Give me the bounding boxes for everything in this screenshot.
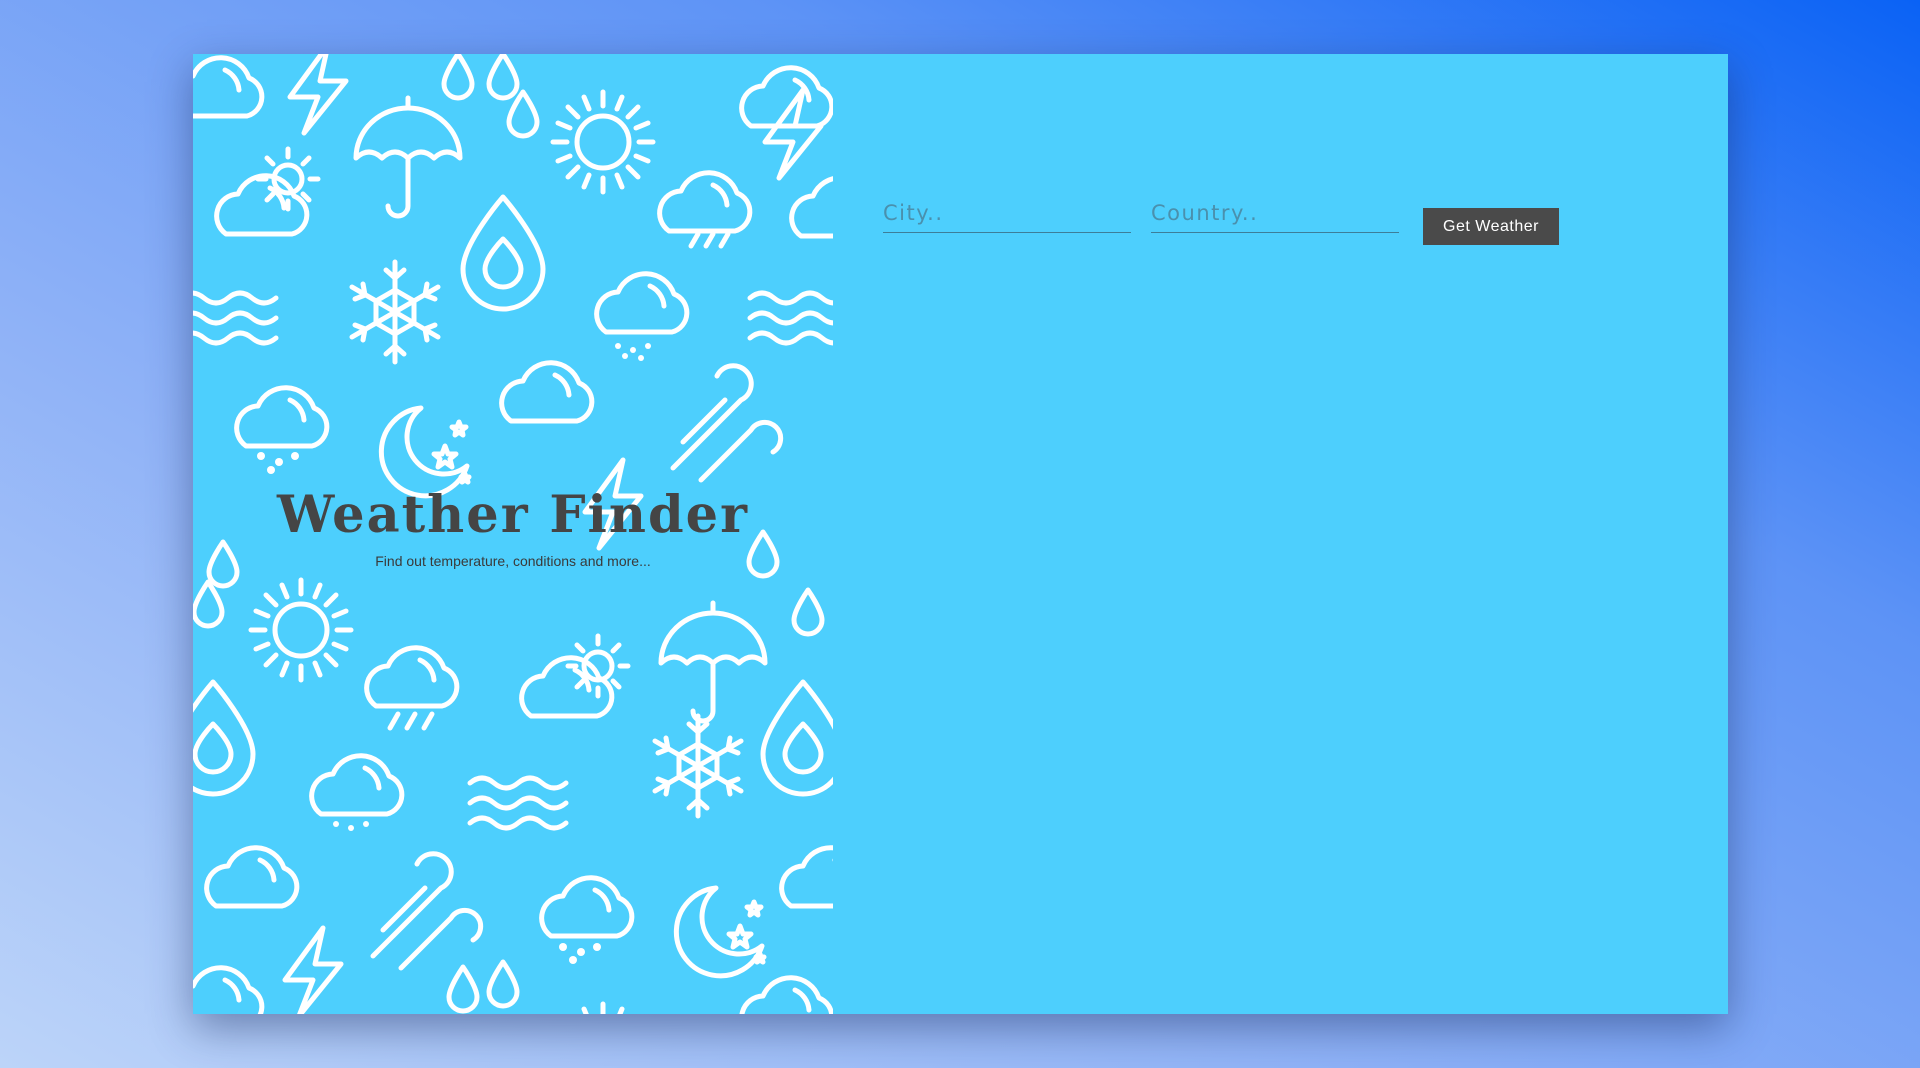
weather-card: Weather Finder Find out temperature, con… <box>193 54 1728 1014</box>
hero-panel: Weather Finder Find out temperature, con… <box>193 54 833 1014</box>
get-weather-button[interactable]: Get Weather <box>1423 208 1559 245</box>
hero-text: Weather Finder Find out temperature, con… <box>193 485 833 570</box>
city-input[interactable] <box>883 194 1131 233</box>
page-subtitle: Find out temperature, conditions and mor… <box>375 553 651 569</box>
country-input[interactable] <box>1151 194 1399 233</box>
page-title: Weather Finder <box>277 485 749 545</box>
